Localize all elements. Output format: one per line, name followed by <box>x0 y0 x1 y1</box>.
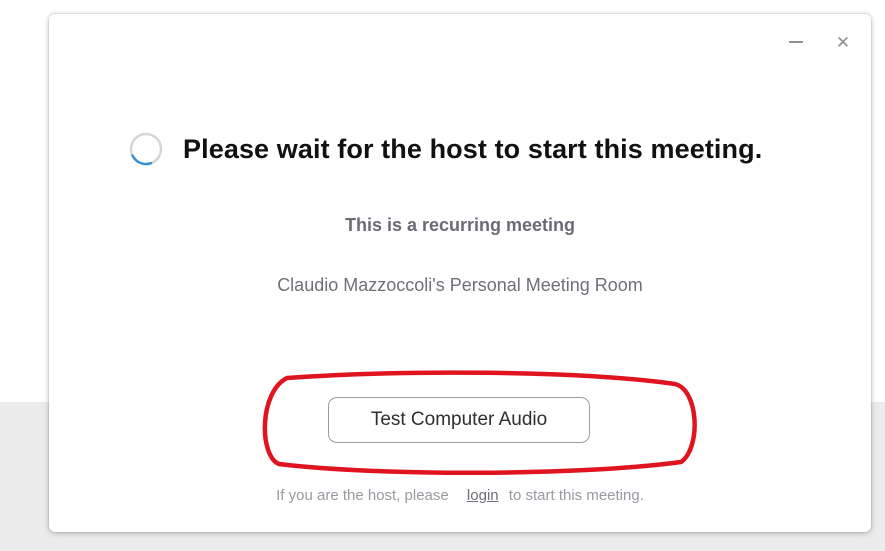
waiting-title: Please wait for the host to start this m… <box>183 133 763 164</box>
login-link[interactable]: login <box>467 487 499 504</box>
waiting-room-dialog: ✕ Please wait for the host to start this… <box>49 14 871 532</box>
host-note-prefix: If you are the host, please <box>276 487 449 504</box>
loading-spinner-icon <box>129 132 163 166</box>
meeting-room-name: Claudio Mazzoccoli's Personal Meeting Ro… <box>277 275 643 295</box>
test-computer-audio-button[interactable]: Test Computer Audio <box>328 397 590 443</box>
meeting-type-label: This is a recurring meeting <box>344 215 576 235</box>
waiting-header: Please wait for the host to start this m… <box>127 129 762 169</box>
host-note-suffix: to start this meeting. <box>508 487 644 504</box>
close-icon: ✕ <box>835 33 851 53</box>
host-login-note: If you are the host, please login to sta… <box>49 487 871 504</box>
minimize-icon <box>789 41 803 43</box>
close-button[interactable]: ✕ <box>833 32 853 53</box>
minimize-button[interactable] <box>786 32 806 52</box>
